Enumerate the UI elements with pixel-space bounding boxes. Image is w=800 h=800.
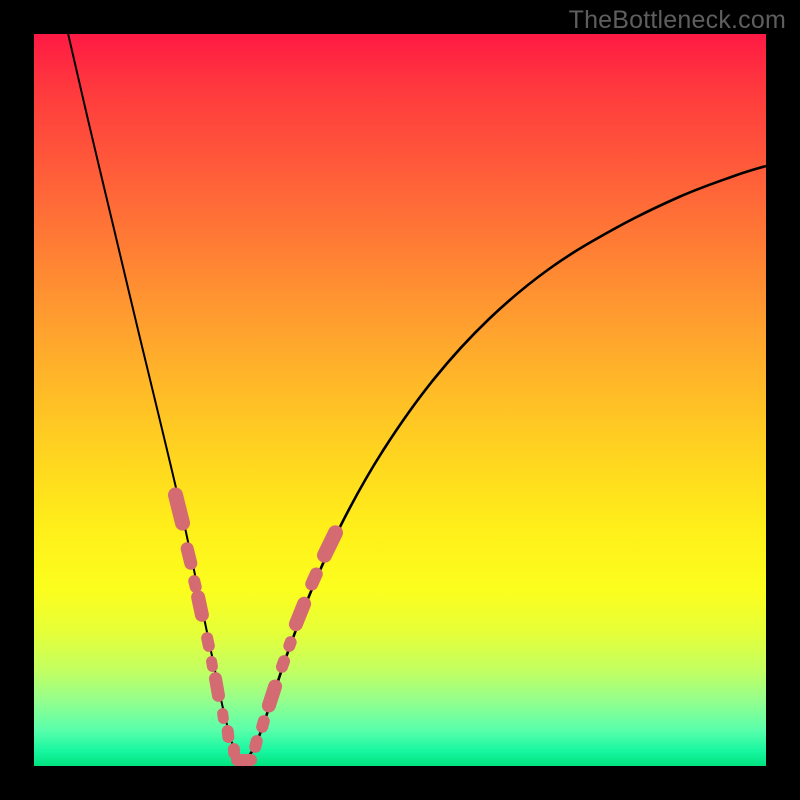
curve-right-branch	[242, 166, 766, 762]
curve-marker	[190, 589, 210, 623]
curve-marker	[260, 678, 284, 715]
curve-marker	[205, 655, 219, 673]
curve-marker	[287, 595, 313, 634]
curve-marker	[314, 523, 345, 566]
curve-marker	[221, 724, 235, 743]
curve-markers-group	[166, 486, 345, 766]
curve-marker	[179, 541, 198, 571]
curve-marker	[274, 653, 291, 674]
curve-marker	[216, 707, 229, 724]
curve-left-branch	[67, 34, 242, 762]
curve-marker	[200, 631, 216, 653]
curve-marker	[208, 671, 226, 703]
bottleneck-curve-plot	[34, 34, 766, 766]
plot-frame	[34, 34, 766, 766]
curve-marker	[231, 754, 257, 766]
curve-marker	[282, 634, 299, 653]
curve-marker	[166, 486, 191, 532]
watermark-text: TheBottleneck.com	[569, 6, 786, 35]
curve-marker	[248, 734, 264, 754]
curve-marker	[255, 714, 271, 735]
